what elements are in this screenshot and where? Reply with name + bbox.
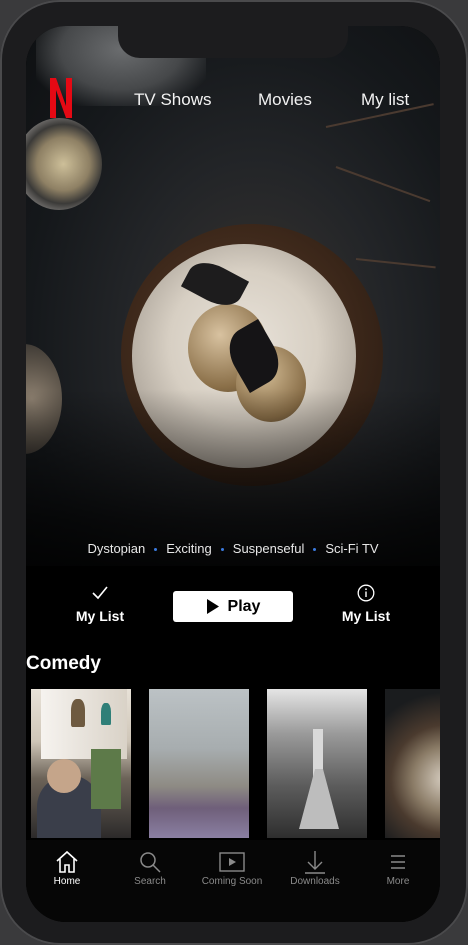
info-my-list-label: My List [341,608,391,624]
comedy-thumbnail[interactable] [31,689,131,838]
download-icon [305,851,325,874]
info-icon [357,584,375,602]
coming-soon-icon [219,852,245,872]
tab-label: Coming Soon [201,876,263,887]
thumb-lamp [71,699,85,727]
bottom-tab-bar: Home Search Coming Soon Downloads More [26,840,440,922]
nav-tv-shows[interactable]: TV Shows [134,90,211,110]
nav-movies[interactable]: Movies [258,90,312,110]
info-button[interactable]: My List [336,584,396,624]
tab-downloads[interactable]: Downloads [275,848,355,887]
tab-coming-soon[interactable]: Coming Soon [192,848,272,887]
comedy-thumbnail[interactable] [267,689,367,838]
comedy-thumbnail[interactable] [149,689,249,838]
play-button[interactable]: Play [173,591,293,622]
genre-tag: Exciting [166,541,212,556]
tab-search[interactable]: Search [110,848,190,887]
tab-label: Downloads [290,876,340,887]
search-icon [140,852,161,873]
row-title-comedy: Comedy [26,653,101,674]
thumb-plant [91,749,121,809]
tab-more[interactable]: More [358,848,438,887]
app-screen: TV Shows Movies My list Dystopian Excitin… [26,26,440,922]
thumb-statue-base [299,769,339,829]
netflix-logo[interactable] [50,78,72,118]
device-notch [118,26,348,58]
tag-separator [220,548,224,552]
genre-tag: Dystopian [87,541,146,556]
thumb-lamp [101,703,111,725]
tag-separator [313,548,317,552]
checkmark-icon [92,586,108,600]
tab-home[interactable]: Home [27,848,107,887]
comedy-thumbnail[interactable] [385,689,440,838]
phone-frame: TV Shows Movies My list Dystopian Excitin… [0,0,468,945]
genre-tags: Dystopian Exciting Suspenseful Sci-Fi TV [26,541,440,556]
my-list-add-button[interactable]: My List [70,584,130,624]
play-icon [206,599,219,614]
genre-tag: Suspenseful [232,541,305,556]
tab-label: Home [53,876,81,887]
thumb-head [47,759,81,793]
tag-separator [154,548,158,552]
genre-tag: Sci-Fi TV [325,541,379,556]
play-label: Play [227,597,261,615]
menu-icon [391,855,405,869]
tab-label: More [386,876,410,887]
nav-my-list[interactable]: My list [361,90,409,110]
tab-label: Search [134,876,166,887]
my-list-label: My List [75,608,125,624]
home-icon [56,850,78,873]
